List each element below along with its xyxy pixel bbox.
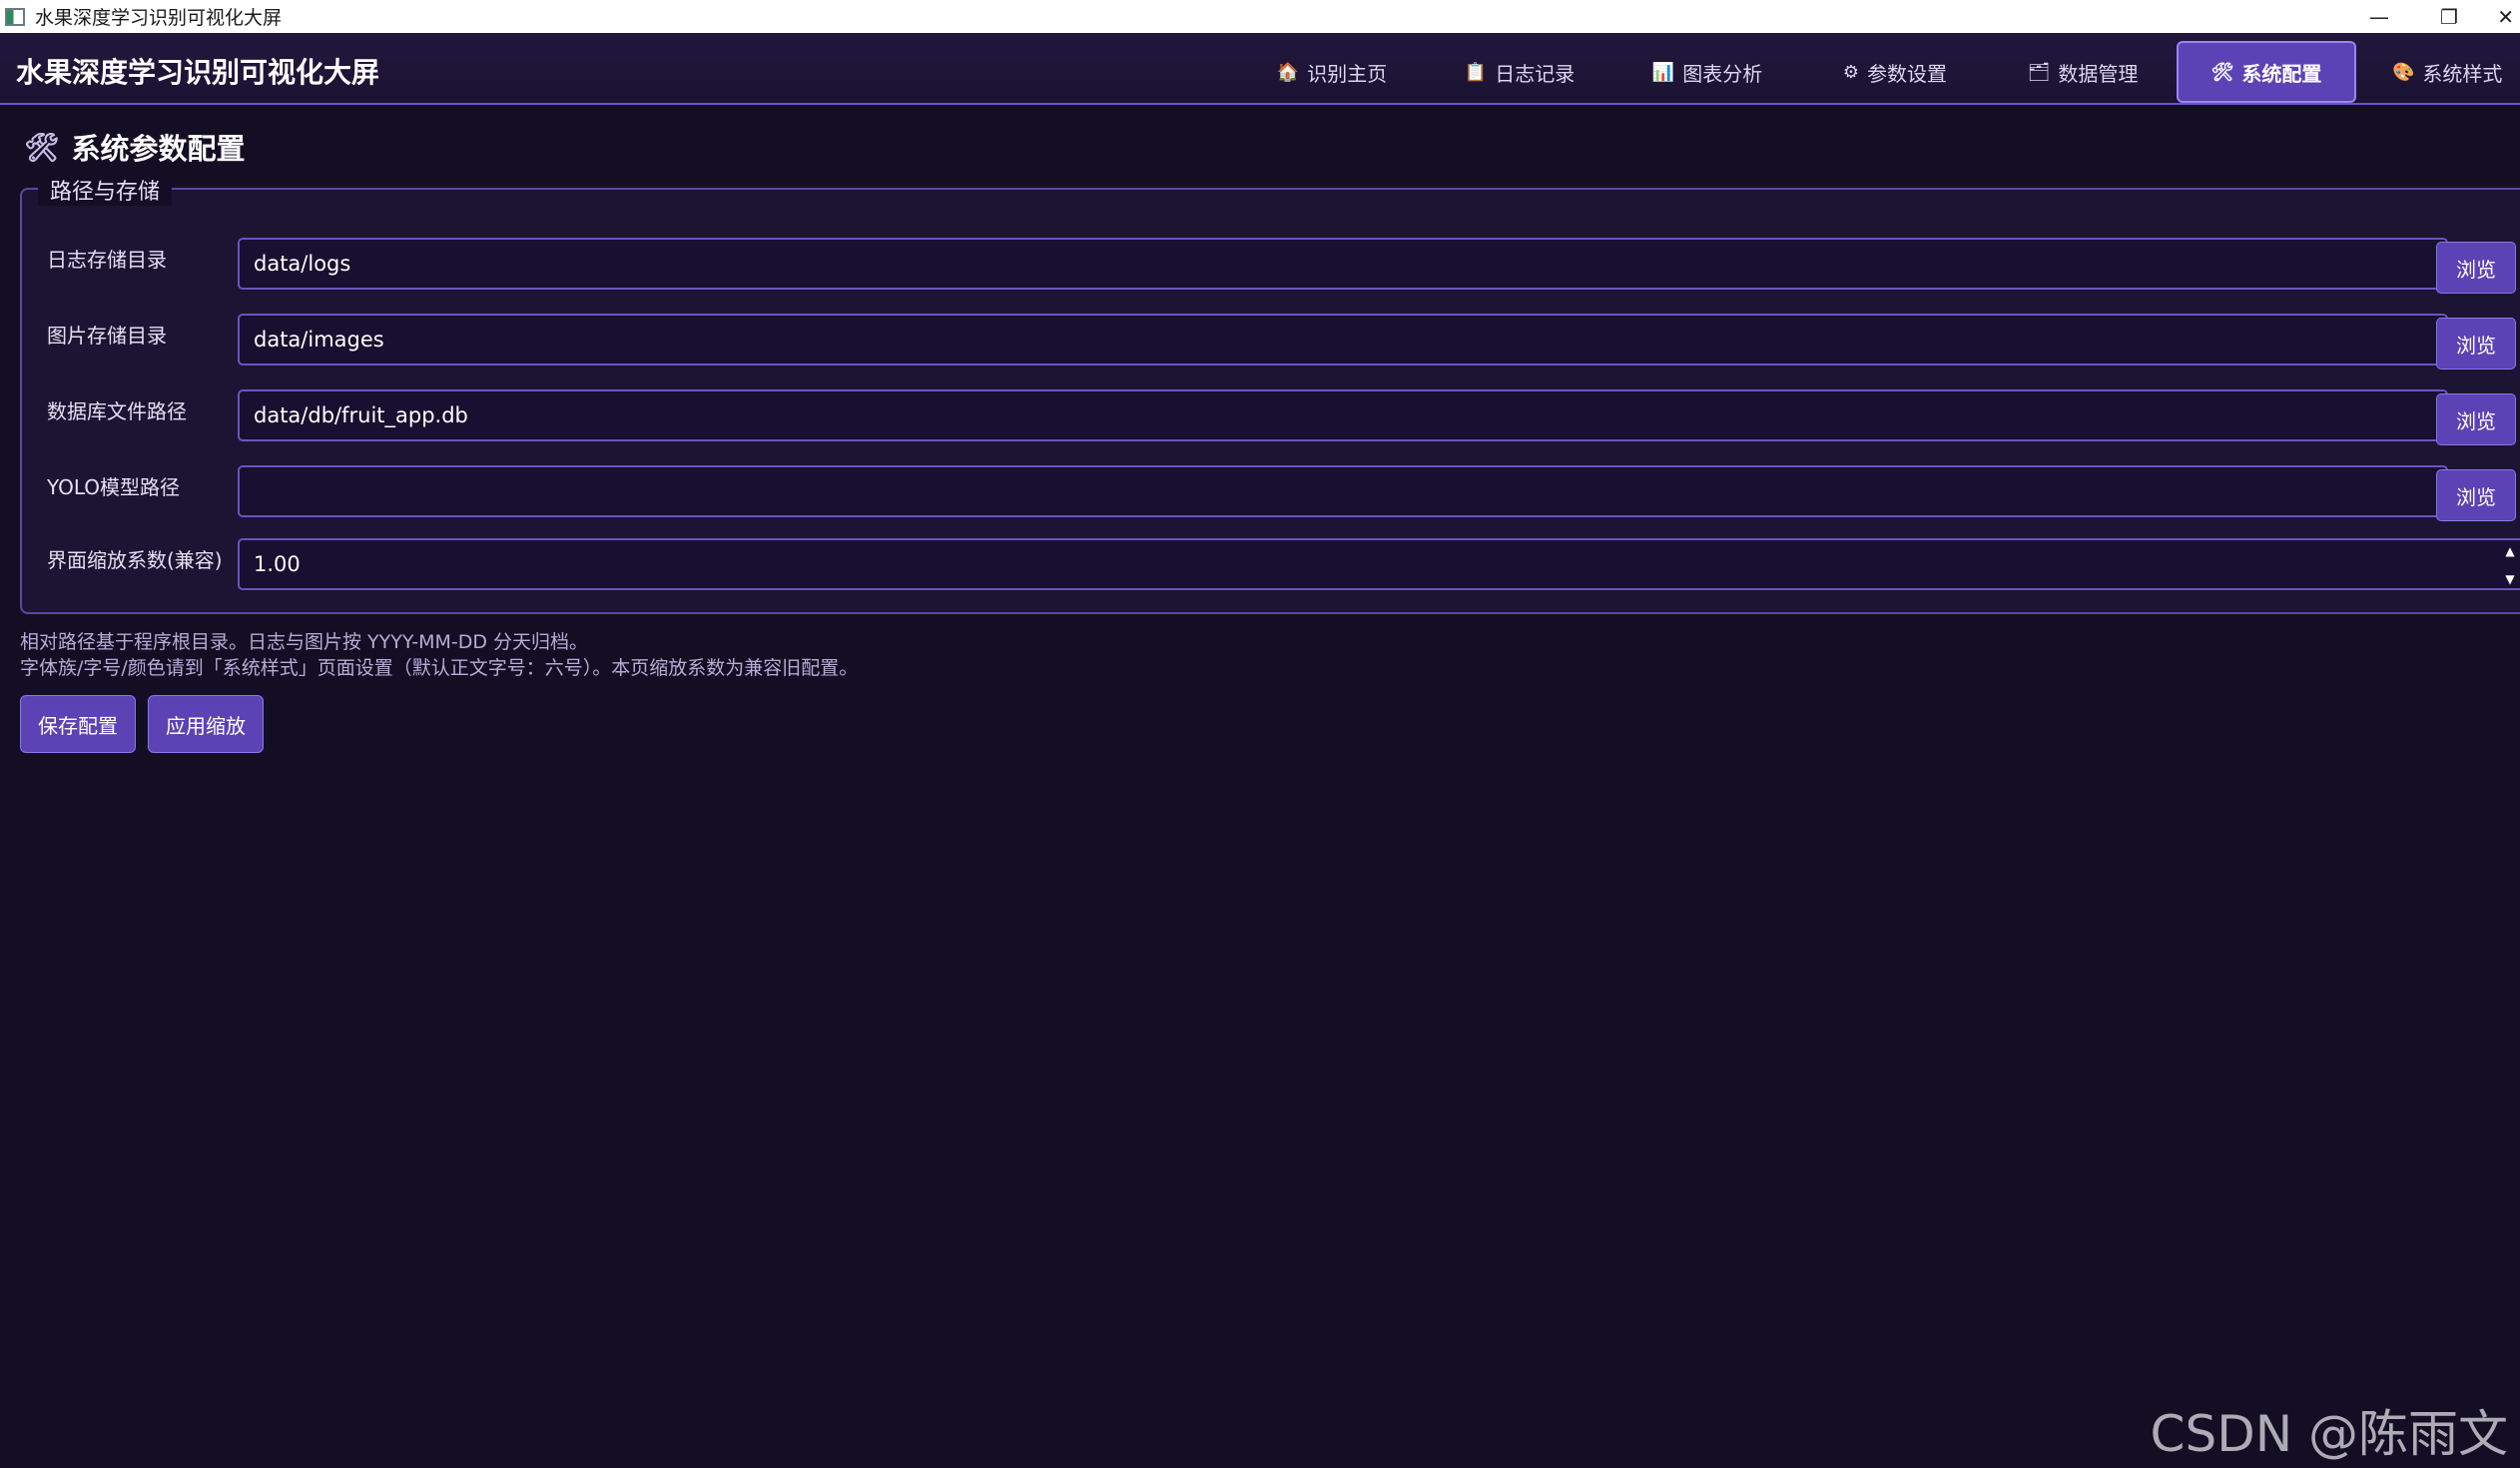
browse-image-dir-button[interactable]: 浏览 [2436, 318, 2516, 369]
tab-system-config[interactable]: 🛠 系统配置 [2177, 41, 2356, 103]
bar-chart-icon: 📊 [1651, 61, 1675, 83]
scale-value: 1.00 [254, 552, 301, 576]
yolo-model-row: YOLO模型路径 浏览 [22, 465, 2520, 521]
clipboard-icon: 📋 [1464, 61, 1488, 83]
yolo-model-input[interactable] [238, 465, 2448, 517]
tab-data-management[interactable]: 🗂 数据管理 [1989, 41, 2177, 103]
os-title-bar: 水果深度学习识别可视化大屏 — ❐ ✕ [0, 0, 2520, 33]
group-legend: 路径与存储 [38, 174, 173, 206]
page-title: 🛠 系统参数配置 [24, 126, 246, 168]
tools-icon: 🛠 [2210, 61, 2234, 83]
browse-db-path-button[interactable]: 浏览 [2436, 393, 2516, 445]
palette-icon: 🎨 [2392, 61, 2415, 83]
field-label: YOLO模型路径 [47, 475, 181, 499]
field-label: 日志存储目录 [47, 248, 167, 272]
watermark: CSDN @陈雨文 [2150, 1405, 2508, 1463]
app-window-icon [5, 7, 25, 26]
image-dir-input[interactable]: data/images [238, 314, 2448, 366]
log-dir-input[interactable]: data/logs [238, 238, 2448, 290]
scale-row: 界面缩放系数(兼容) 1.00 ▲ ▼ [22, 538, 2520, 592]
path-storage-group: 路径与存储 日志存储目录 data/logs 浏览 图片存储目录 data/im… [20, 174, 2520, 614]
restore-button[interactable]: ❐ [2414, 0, 2484, 33]
browse-log-dir-button[interactable]: 浏览 [2436, 242, 2516, 294]
field-label: 界面缩放系数(兼容) [47, 548, 223, 572]
db-path-input[interactable]: data/db/fruit_app.db [238, 389, 2448, 441]
tab-system-style[interactable]: 🎨 系统样式 [2356, 41, 2520, 103]
folder-icon: 🗂 [2027, 61, 2051, 83]
field-label: 数据库文件路径 [47, 399, 187, 423]
apply-scale-button[interactable]: 应用缩放 [148, 695, 264, 753]
window-controls: — ❐ ✕ [2344, 0, 2520, 33]
gear-icon: ⚙ [1842, 61, 1860, 83]
tab-label: 数据管理 [2058, 61, 2139, 86]
db-path-row: 数据库文件路径 data/db/fruit_app.db 浏览 [22, 389, 2520, 445]
log-dir-row: 日志存储目录 data/logs 浏览 [22, 238, 2520, 294]
tab-label: 图表分析 [1682, 61, 1763, 86]
field-label: 图片存储目录 [47, 324, 167, 348]
minimize-button[interactable]: — [2344, 0, 2414, 33]
tab-label: 识别主页 [1307, 61, 1388, 86]
tab-label: 日志记录 [1495, 61, 1575, 86]
image-dir-row: 图片存储目录 data/images 浏览 [22, 314, 2520, 369]
tab-recognition-home[interactable]: 🏠 识别主页 [1238, 41, 1426, 103]
scale-spinbox[interactable]: 1.00 ▲ ▼ [238, 538, 2520, 590]
page-title-text: 系统参数配置 [71, 132, 246, 166]
window-title: 水果深度学习识别可视化大屏 [35, 7, 283, 29]
close-button[interactable]: ✕ [2484, 0, 2520, 33]
hint-line-1: 相对路径基于程序根目录。日志与图片按 YYYY-MM-DD 分天归档。 [20, 631, 589, 653]
tab-label: 系统配置 [2241, 61, 2322, 86]
hint-line-2: 字体族/字号/颜色请到「系统样式」页面设置（默认正文字号：六号）。本页缩放系数为… [20, 657, 859, 679]
tab-log-records[interactable]: 📋 日志记录 [1426, 41, 1613, 103]
save-config-button[interactable]: 保存配置 [20, 695, 136, 753]
tab-label: 参数设置 [1867, 61, 1948, 86]
home-icon: 🏠 [1276, 61, 1300, 83]
app-header: 水果深度学习识别可视化大屏 🏠 识别主页 📋 日志记录 📊 图表分析 ⚙ 参数设… [0, 33, 2520, 105]
spin-buttons: ▲ ▼ [2502, 544, 2518, 586]
browse-yolo-model-button[interactable]: 浏览 [2436, 469, 2516, 521]
app-title: 水果深度学习识别可视化大屏 [16, 56, 380, 89]
tab-parameter-settings[interactable]: ⚙ 参数设置 [1801, 41, 1989, 103]
spin-up-icon[interactable]: ▲ [2505, 544, 2514, 558]
tab-label: 系统样式 [2422, 61, 2503, 86]
tab-chart-analysis[interactable]: 📊 图表分析 [1613, 41, 1801, 103]
nav-tabs: 🏠 识别主页 📋 日志记录 📊 图表分析 ⚙ 参数设置 🗂 数据管理 🛠 系统配… [1238, 41, 2520, 103]
tools-icon: 🛠 [24, 130, 60, 164]
spin-down-icon[interactable]: ▼ [2505, 572, 2514, 586]
